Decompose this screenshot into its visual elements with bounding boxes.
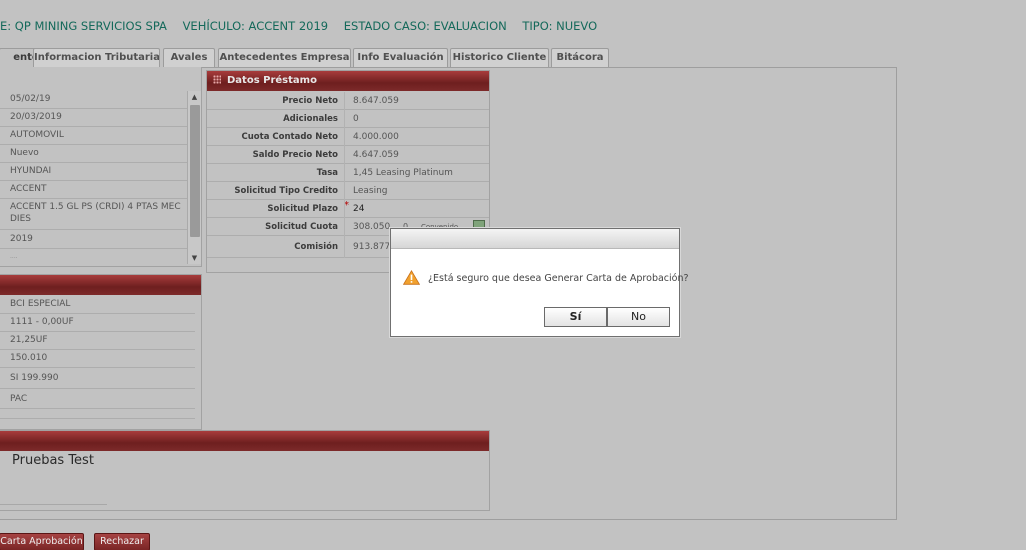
reject-button[interactable]: Rechazar bbox=[94, 533, 150, 550]
yes-button[interactable]: Sí bbox=[544, 307, 607, 327]
tab-bitacora[interactable]: Bitácora bbox=[551, 48, 609, 67]
loan-label: Precio Neto bbox=[282, 96, 338, 106]
list-item: 150.010 bbox=[0, 349, 195, 368]
list-item: ACCENT 1.5 GL PS (CRDI) 4 PTAS MEC DIES bbox=[0, 198, 195, 230]
list-item: SI 199.990 bbox=[0, 367, 195, 389]
grip-icon bbox=[213, 75, 221, 84]
tab-historico-cliente[interactable]: Historico Cliente bbox=[450, 48, 549, 67]
tab-avales[interactable]: Avales bbox=[163, 48, 215, 67]
loan-label: Comisión bbox=[294, 242, 338, 252]
loan-row: Adicionales 0 bbox=[207, 110, 489, 128]
comment-panel: Pruebas Test bbox=[0, 430, 490, 511]
loan-row: Cuota Contado Neto 4.000.000 bbox=[207, 128, 489, 146]
loan-value: 1,45 Leasing Platinum bbox=[344, 164, 489, 182]
list-item: PAC bbox=[0, 389, 195, 409]
list-item: AUTOMOVIL bbox=[0, 126, 195, 145]
loan-row: Solicitud Plazo * 24 bbox=[207, 200, 489, 218]
loan-label: Solicitud Cuota bbox=[265, 222, 338, 232]
case-header: E: QP MINING SERVICIOS SPA VEHÍCULO: ACC… bbox=[0, 19, 609, 33]
loan-row: Precio Neto 8.647.059 bbox=[207, 92, 489, 110]
dialog-message: ¿Está seguro que desea Generar Carta de … bbox=[428, 273, 689, 284]
loan-value: Leasing bbox=[344, 182, 489, 200]
loan-value: 0 bbox=[344, 110, 489, 128]
loan-row: Tasa 1,45 Leasing Platinum bbox=[207, 164, 489, 182]
list-item: Nuevo bbox=[0, 144, 195, 163]
scroll-up-icon[interactable]: ▲ bbox=[188, 91, 201, 103]
list-item: ACCENT bbox=[0, 180, 195, 199]
loan-value: 4.647.059 bbox=[344, 146, 489, 164]
loan-value: 8.647.059 bbox=[344, 92, 489, 110]
list-item: .... bbox=[0, 248, 195, 266]
term-value[interactable]: 24 bbox=[344, 200, 489, 218]
confirm-dialog: ¿Está seguro que desea Generar Carta de … bbox=[390, 228, 689, 337]
comment-text[interactable]: Pruebas Test bbox=[12, 453, 94, 468]
list-item: BCI ESPECIAL bbox=[0, 295, 195, 314]
loan-label: Solicitud Plazo bbox=[267, 204, 338, 214]
scroll-down-icon[interactable]: ▼ bbox=[188, 252, 201, 264]
vehicle-info: VEHÍCULO: ACCENT 2019 bbox=[182, 19, 329, 33]
dialog-titlebar[interactable] bbox=[391, 229, 679, 249]
loan-label: Cuota Contado Neto bbox=[241, 132, 338, 142]
loan-panel-title: Datos Préstamo bbox=[227, 75, 317, 86]
vehicle-panel: 05/02/19 20/03/2019 AUTOMOVIL Nuevo HYUN… bbox=[0, 67, 202, 267]
loan-label: Solicitud Tipo Credito bbox=[234, 186, 338, 196]
no-button[interactable]: No bbox=[607, 307, 670, 327]
list-item: 20/03/2019 bbox=[0, 108, 195, 127]
list-item: 05/02/19 bbox=[0, 90, 195, 109]
case-state: ESTADO CASO: EVALUACION bbox=[343, 19, 507, 33]
panel-header bbox=[0, 275, 201, 295]
loan-label: Tasa bbox=[316, 168, 338, 178]
loan-row: Solicitud Tipo Credito Leasing bbox=[207, 182, 489, 200]
financing-panel: BCI ESPECIAL 1111 - 0,00UF 21,25UF 150.0… bbox=[0, 274, 202, 430]
client-name: E: QP MINING SERVICIOS SPA bbox=[0, 19, 167, 33]
loan-row: Saldo Precio Neto 4.647.059 bbox=[207, 146, 489, 164]
loan-panel-header: Datos Préstamo bbox=[207, 71, 489, 91]
divider bbox=[0, 504, 107, 505]
loan-label: Saldo Precio Neto bbox=[252, 150, 338, 160]
tab-informacion-tributaria[interactable]: Informacion Tributaria bbox=[33, 48, 160, 67]
list-item: 21,25UF bbox=[0, 331, 195, 350]
case-type: TIPO: NUEVO bbox=[522, 19, 598, 33]
warning-icon bbox=[403, 270, 420, 285]
comment-panel-header bbox=[0, 431, 489, 451]
list-item: HYUNDAI bbox=[0, 162, 195, 181]
list-item: 2019 bbox=[0, 230, 195, 249]
loan-label: Adicionales bbox=[283, 114, 338, 124]
vehicle-scrollbar[interactable]: ▲ ▼ bbox=[187, 91, 201, 264]
tab-antecedentes-empresa[interactable]: Antecedentes Empresa bbox=[218, 48, 351, 67]
list-item-empty bbox=[0, 409, 195, 419]
generate-approval-letter-button[interactable]: Carta Aprobación bbox=[0, 533, 84, 550]
loan-value: 4.000.000 bbox=[344, 128, 489, 146]
list-item: 1111 - 0,00UF bbox=[0, 313, 195, 332]
scroll-thumb[interactable] bbox=[190, 105, 200, 237]
tab-info-evaluacion[interactable]: Info Evaluación bbox=[353, 48, 448, 67]
